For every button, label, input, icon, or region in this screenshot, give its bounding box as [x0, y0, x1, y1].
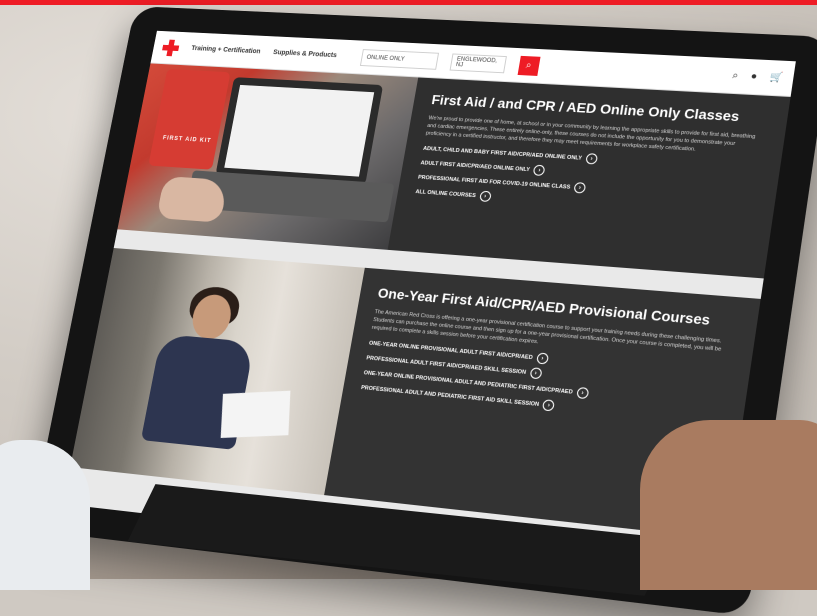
left-sleeve: [0, 440, 90, 590]
user-icon[interactable]: ●: [750, 71, 758, 82]
arrow-circle-icon: ›: [529, 367, 542, 379]
location-field[interactable]: ENGLEWOOD, NJ: [449, 53, 506, 73]
course-link-label: ALL ONLINE COURSES: [415, 189, 476, 199]
search-button[interactable]: ⌕: [517, 55, 540, 75]
format-select-value: ONLINE ONLY: [366, 54, 405, 62]
laptop-screen: [224, 85, 374, 177]
kit-label: FIRST AID KIT: [162, 136, 212, 145]
search-icon[interactable]: ⌕: [732, 70, 739, 81]
search-icon: ⌕: [525, 60, 532, 71]
cart-icon[interactable]: 🛒: [769, 72, 784, 84]
location-value: ENGLEWOOD, NJ: [455, 56, 500, 70]
arrow-circle-icon: ›: [573, 182, 586, 194]
cross-logo-icon[interactable]: [161, 39, 180, 56]
nav-supplies[interactable]: Supplies & Products: [273, 49, 338, 59]
student-photo: [70, 248, 365, 495]
header-icons: ⌕ ● 🛒: [732, 70, 784, 83]
arrow-circle-icon: ›: [585, 153, 598, 164]
arrow-circle-icon: ›: [576, 387, 589, 399]
notebook: [221, 391, 291, 438]
arrow-circle-icon: ›: [533, 165, 546, 176]
nav-training[interactable]: Training + Certification: [191, 45, 261, 55]
laptop-photo: FIRST AID KIT: [117, 63, 418, 249]
format-select[interactable]: ONLINE ONLY: [360, 49, 439, 70]
online-classes-card: First Aid / and CPR / AED Online Only Cl…: [388, 77, 791, 278]
arrow-circle-icon: ›: [536, 352, 549, 364]
laptop: [215, 77, 383, 185]
right-hand: [640, 420, 817, 590]
top-red-stripe: [0, 0, 817, 5]
arrow-circle-icon: ›: [479, 191, 492, 202]
arrow-circle-icon: ›: [542, 399, 555, 411]
online-classes-panel: FIRST AID KIT First Aid / and CPR / AED …: [117, 63, 790, 278]
course-link-label: ADULT FIRST AID/CPR/AED ONLINE ONLY: [420, 160, 530, 173]
